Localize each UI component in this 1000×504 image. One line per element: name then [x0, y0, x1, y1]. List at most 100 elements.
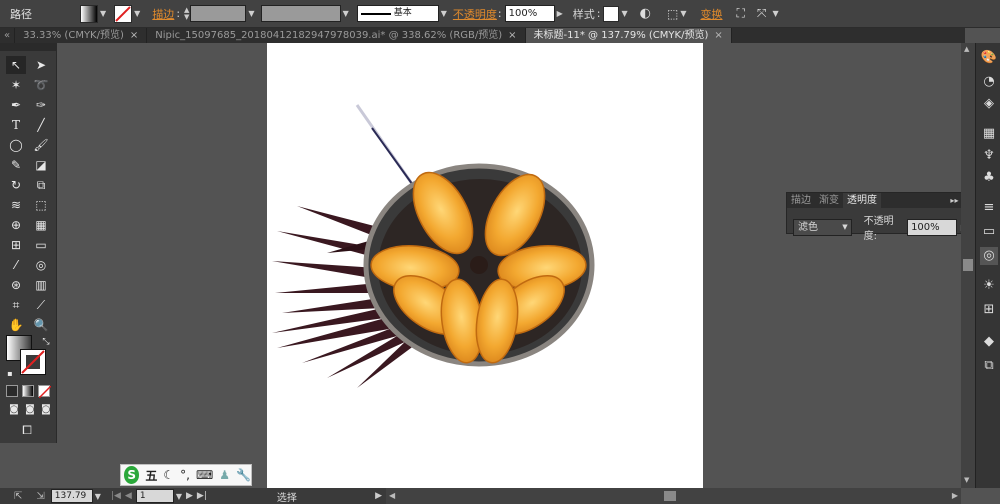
export-icon[interactable]: ⇲ — [36, 491, 44, 502]
user-icon[interactable]: ♟ — [219, 468, 230, 482]
brush-dropdown-icon[interactable]: ▼ — [441, 9, 447, 18]
style-swatch[interactable] — [603, 5, 620, 22]
tab-gradient[interactable]: 渐变 — [815, 193, 843, 208]
swatches-icon[interactable]: ▦ — [980, 125, 998, 143]
rotate-tool-icon[interactable]: ↻ — [6, 176, 26, 194]
direct-selection-tool-icon[interactable]: ➤ — [31, 56, 51, 74]
ime-logo[interactable]: S — [124, 466, 140, 484]
color-panel-icon[interactable]: ◔ — [980, 73, 998, 91]
artboard-number-input[interactable]: 1 — [135, 489, 174, 503]
transparency-panel-icon[interactable]: ◎ — [980, 247, 998, 265]
isolate-icon[interactable]: ⤧ — [757, 6, 767, 21]
transform-each-icon[interactable]: ⛶ — [736, 6, 744, 21]
last-artboard-icon[interactable]: ▶| — [197, 491, 207, 501]
brushes-icon[interactable]: ♆ — [980, 147, 998, 165]
tab-document-1[interactable]: 33.33% (CMYK/预览) × — [15, 28, 148, 43]
tab-transparency[interactable]: 透明度 — [843, 193, 881, 208]
transparency-opacity-input[interactable]: 100% — [907, 218, 957, 236]
variable-width-dropdown-icon[interactable]: ▼ — [343, 9, 349, 18]
symbol-sprayer-tool-icon[interactable]: ⊛ — [6, 276, 26, 294]
free-transform-tool-icon[interactable]: ⬚ — [31, 196, 51, 214]
appearance-icon[interactable]: ☀ — [980, 277, 998, 295]
gradient-tool-icon[interactable]: ▭ — [31, 236, 51, 254]
close-icon[interactable]: × — [130, 28, 138, 43]
shape-builder-tool-icon[interactable]: ⊕ — [6, 216, 26, 234]
vertical-scrollbar[interactable]: ▲ ▼ — [961, 43, 975, 488]
punctuation-icon[interactable]: °, — [180, 468, 190, 482]
stroke-weight-stepper[interactable]: ▲ ▼ — [184, 6, 189, 21]
recolor-artwork-icon[interactable]: ◐ — [640, 6, 651, 21]
magic-wand-tool-icon[interactable]: ✶ — [6, 76, 26, 94]
draw-inside-icon[interactable]: ◙ — [36, 401, 56, 419]
horizontal-scrollbar[interactable]: ◀ ▶ — [386, 488, 961, 504]
stroke-weight-field[interactable] — [190, 5, 247, 22]
keyboard-icon[interactable]: ⌨ — [196, 468, 213, 482]
color-guide-icon[interactable]: 🎨 — [980, 49, 998, 67]
curvature-tool-icon[interactable]: ✑ — [31, 96, 51, 114]
artboard-tool-icon[interactable]: ⌗ — [6, 296, 26, 314]
scale-tool-icon[interactable]: ⧉ — [31, 176, 51, 194]
eyedropper-tool-icon[interactable]: ⁄ — [6, 256, 26, 274]
wrench-icon[interactable]: 🔧 — [236, 468, 251, 482]
close-icon[interactable]: × — [714, 28, 722, 43]
artboard[interactable] — [267, 43, 703, 488]
color-mode-gradient[interactable] — [22, 385, 34, 397]
next-artboard-icon[interactable]: ▶ — [186, 491, 193, 501]
tab-stroke[interactable]: 描边 — [787, 193, 815, 208]
selection-tool-icon[interactable]: ↖ — [6, 56, 26, 74]
align-panel-icon[interactable]: ⊞ — [980, 301, 998, 319]
opacity-input[interactable]: 100% — [504, 5, 555, 22]
default-colors-icon[interactable]: ▪ — [0, 365, 20, 383]
swap-fill-stroke-icon[interactable]: ⤡ — [36, 333, 56, 351]
artboard-dropdown-icon[interactable]: ▼ — [176, 492, 182, 501]
panel-collapse-icon[interactable]: ▸▸ — [950, 196, 958, 205]
align-options-icon[interactable]: ⬚ — [667, 7, 678, 21]
ellipse-tool-icon[interactable]: ◯ — [6, 136, 26, 154]
tab-document-2[interactable]: Nipic_15097685_20180412182947978039.ai* … — [147, 28, 526, 43]
ime-mode-label[interactable]: 五 — [145, 467, 157, 484]
first-artboard-icon[interactable]: |◀ — [111, 491, 121, 501]
warp-tool-icon[interactable]: ≋ — [6, 196, 26, 214]
mesh-tool-icon[interactable]: ⊞ — [6, 236, 26, 254]
screen-mode-icon[interactable]: ⧠ — [17, 421, 37, 439]
scroll-up-icon[interactable]: ▲ — [964, 45, 969, 53]
stroke-dropdown-icon[interactable]: ▼ — [134, 9, 140, 18]
share-icon[interactable]: ⇱ — [14, 491, 22, 502]
transform-label[interactable]: 变换 — [700, 6, 722, 22]
hand-tool-icon[interactable]: ✋ — [6, 316, 26, 334]
style-dropdown-icon[interactable]: ▼ — [621, 9, 627, 18]
stroke-label[interactable]: 描边 — [152, 6, 174, 22]
tab-document-3[interactable]: 未标题-11* @ 137.79% (CMYK/预览) × — [525, 28, 732, 43]
paintbrush-tool-icon[interactable]: 🖌 — [31, 136, 51, 154]
zoom-input[interactable]: 137.79 — [50, 489, 93, 503]
sea-urchin-artwork[interactable] — [267, 43, 703, 488]
scroll-right-icon[interactable]: ▶ — [952, 491, 958, 500]
tab-scroll-button[interactable]: « — [0, 28, 16, 43]
stroke-panel-icon[interactable]: ≡ — [980, 199, 998, 217]
perspective-grid-tool-icon[interactable]: ▦ — [31, 216, 51, 234]
line-tool-icon[interactable]: ╱ — [31, 116, 51, 134]
eraser-tool-icon[interactable]: ◪ — [31, 156, 51, 174]
scroll-down-icon[interactable]: ▼ — [964, 476, 969, 484]
fill-dropdown-icon[interactable]: ▼ — [100, 9, 106, 18]
slice-tool-icon[interactable]: ⟋ — [31, 296, 51, 314]
pen-tool-icon[interactable]: ✒ — [6, 96, 26, 114]
pencil-tool-icon[interactable]: ✎ — [6, 156, 26, 174]
brush-definition-field[interactable]: 基本 — [356, 5, 439, 22]
stroke-weight-dropdown-icon[interactable]: ▼ — [248, 9, 254, 18]
gradient-panel-icon[interactable]: ▭ — [980, 223, 998, 241]
align-dropdown-icon[interactable]: ▼ — [680, 9, 686, 18]
opacity-dropdown-icon[interactable]: ▶ — [557, 9, 563, 18]
variable-width-profile[interactable] — [260, 5, 341, 22]
type-tool-icon[interactable]: T — [6, 116, 26, 134]
prev-artboard-icon[interactable]: ◀ — [125, 491, 132, 501]
zoom-dropdown-icon[interactable]: ▼ — [95, 492, 101, 501]
artboards-panel-icon[interactable]: ⧉ — [980, 357, 998, 375]
column-graph-tool-icon[interactable]: ▥ — [31, 276, 51, 294]
zoom-tool-icon[interactable]: 🔍 — [31, 316, 51, 334]
vertical-scroll-thumb[interactable] — [963, 259, 973, 271]
stroke-swatch[interactable] — [114, 4, 133, 23]
stroke-color-swatch[interactable] — [20, 349, 46, 375]
layers-icon[interactable]: ◆ — [980, 333, 998, 351]
close-icon[interactable]: × — [508, 28, 516, 43]
